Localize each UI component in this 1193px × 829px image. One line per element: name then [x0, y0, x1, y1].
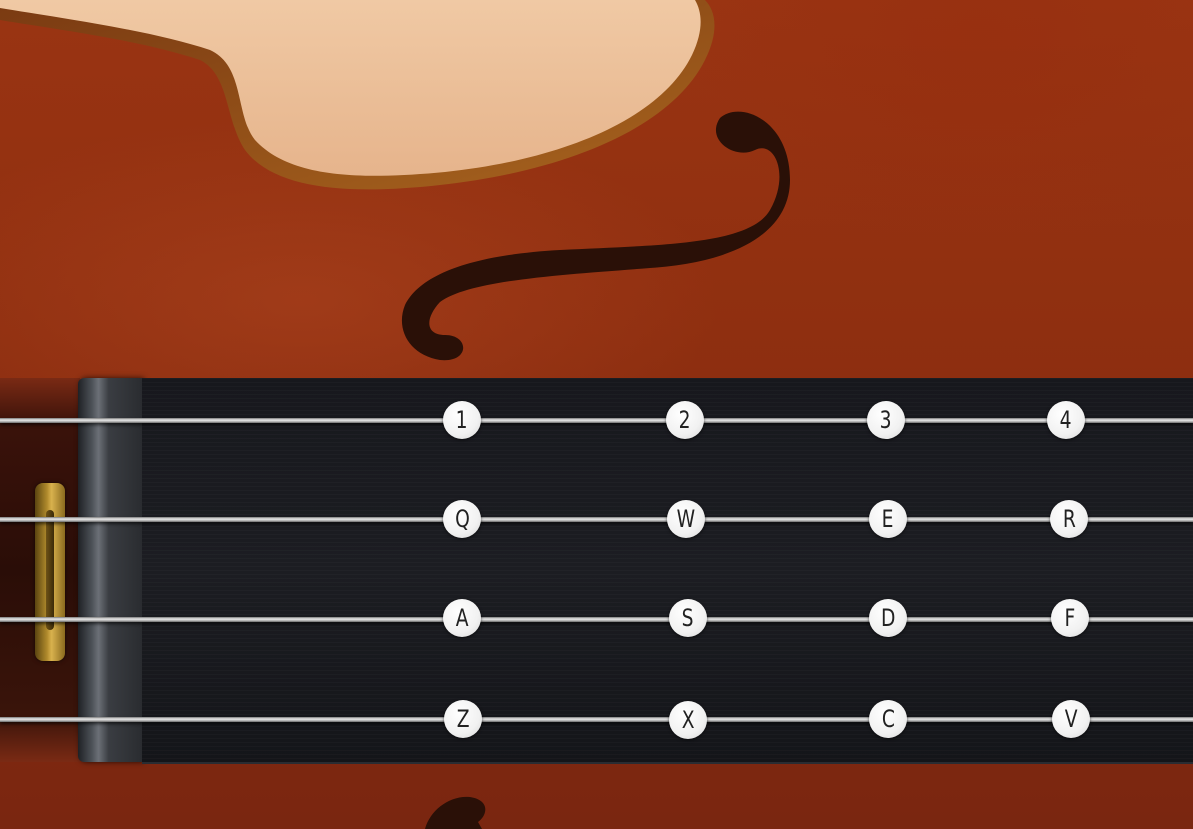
violin-string-4[interactable]: [0, 717, 1193, 722]
note-key-label: Z: [456, 705, 470, 733]
note-key-3[interactable]: 3: [867, 401, 905, 439]
note-key-label: C: [881, 705, 895, 733]
note-key-label: F: [1064, 604, 1076, 632]
note-key-label: X: [681, 706, 695, 734]
note-key-a[interactable]: A: [443, 599, 481, 637]
pegbox-area: [0, 378, 80, 762]
note-key-4[interactable]: 4: [1047, 401, 1085, 439]
note-key-label: W: [676, 505, 696, 533]
note-key-1[interactable]: 1: [443, 401, 481, 439]
violin-string-1[interactable]: [0, 418, 1193, 423]
note-key-x[interactable]: X: [669, 701, 707, 739]
note-key-label: R: [1062, 505, 1076, 533]
lower-f-hole-shape: [425, 796, 486, 829]
brass-plate-slot: [46, 510, 54, 630]
note-key-label: 3: [880, 406, 892, 434]
note-key-z[interactable]: Z: [444, 700, 482, 738]
note-key-f[interactable]: F: [1051, 599, 1089, 637]
note-key-label: V: [1064, 705, 1078, 733]
note-key-c[interactable]: C: [869, 700, 907, 738]
note-key-label: 2: [679, 406, 691, 434]
violin-string-2[interactable]: [0, 517, 1193, 522]
note-key-r[interactable]: R: [1050, 500, 1088, 538]
note-key-2[interactable]: 2: [666, 401, 704, 439]
violin-string-3[interactable]: [0, 617, 1193, 622]
note-key-q[interactable]: Q: [443, 500, 481, 538]
note-key-v[interactable]: V: [1052, 700, 1090, 738]
fingerboard-surface: [142, 378, 1193, 764]
note-key-label: S: [682, 604, 694, 632]
note-key-label: 4: [1060, 406, 1072, 434]
note-key-label: Q: [454, 505, 470, 533]
note-key-label: A: [455, 604, 469, 632]
note-key-label: E: [882, 505, 894, 533]
violin-nut: [78, 378, 142, 762]
note-key-s[interactable]: S: [669, 599, 707, 637]
note-key-e[interactable]: E: [869, 500, 907, 538]
note-key-label: D: [880, 604, 896, 632]
violin-game-stage: 1 2 3 4 Q W E R A S D F Z X C V: [0, 0, 1193, 829]
note-key-w[interactable]: W: [667, 500, 705, 538]
note-key-label: 1: [456, 406, 468, 434]
note-key-d[interactable]: D: [869, 599, 907, 637]
fingerboard: [0, 378, 1193, 764]
